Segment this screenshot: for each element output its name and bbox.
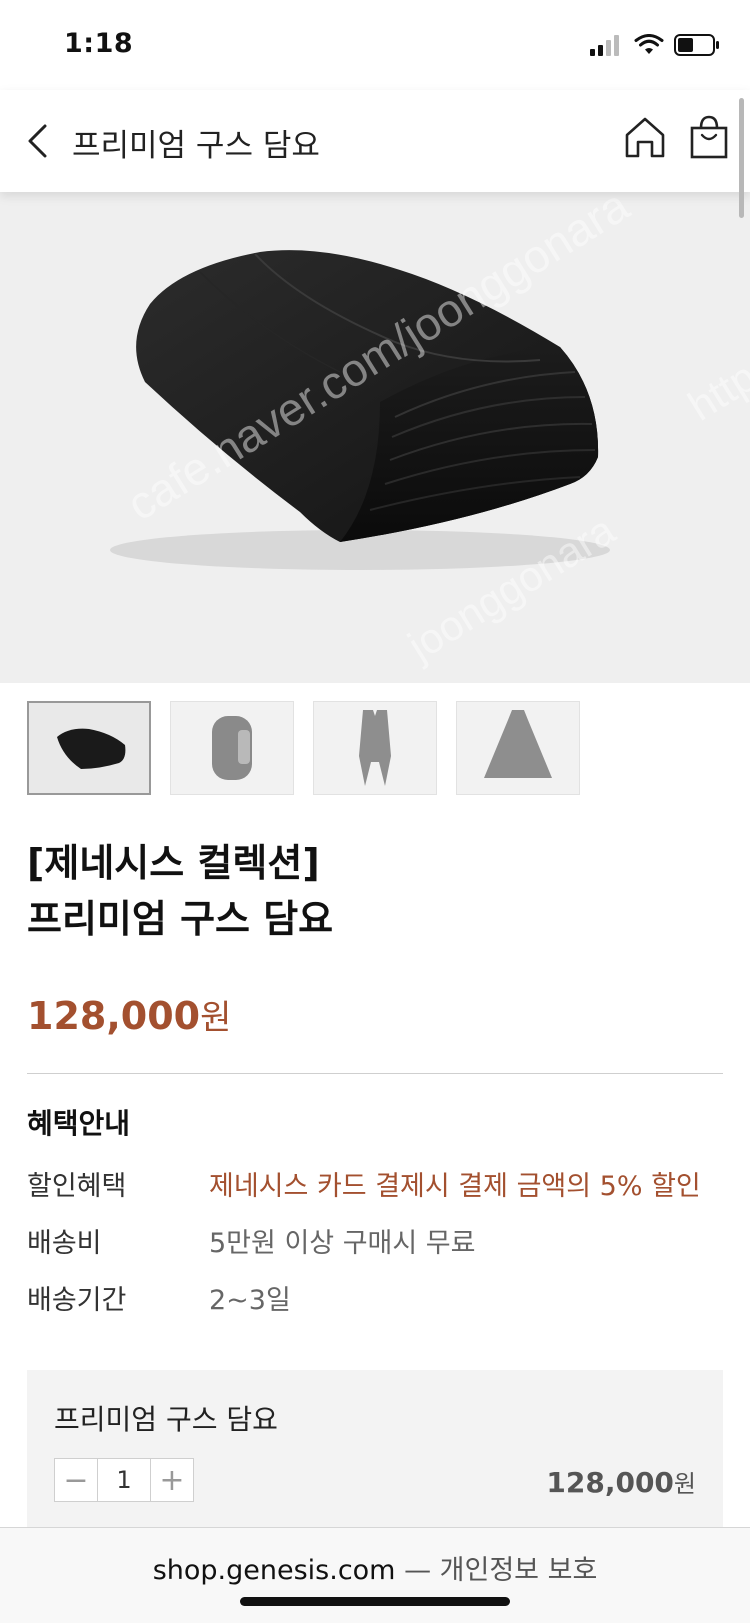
browser-privacy-label: — 개인정보 보호	[404, 1555, 598, 1586]
chevron-left-icon	[28, 124, 47, 158]
quantity-stepper: − 1 +	[54, 1458, 194, 1502]
product-title-line1: [제네시스 컬렉션]	[27, 841, 320, 885]
quantity-input[interactable]: 1	[97, 1459, 151, 1501]
back-button[interactable]	[12, 116, 62, 166]
cart-button[interactable]	[686, 114, 732, 160]
nav-bar: 프리미엄 구스 담요	[0, 90, 750, 192]
benefit-value: 5만원 이상 구매시 무료	[209, 1228, 476, 1259]
thumbnail-strip	[27, 701, 580, 795]
divider	[27, 1073, 723, 1074]
home-button[interactable]	[622, 114, 668, 160]
worn-blanket-thumbnail-image	[359, 710, 391, 786]
product-title: [제네시스 컬렉션] 프리미엄 구스 담요	[27, 835, 717, 947]
product-page: 1:18 프리미엄 구스 담요 cafe.naver.com/joonggona…	[0, 0, 750, 1623]
quantity-decrease-button[interactable]: −	[55, 1459, 97, 1501]
thumbnail-1[interactable]	[27, 701, 151, 795]
option-price: 128,000원	[546, 1464, 696, 1499]
product-price-value: 128,000	[27, 994, 201, 1038]
benefit-value: 2~3일	[209, 1285, 291, 1316]
thumbnail-3[interactable]	[313, 701, 437, 795]
thumbnail-2[interactable]	[170, 701, 294, 795]
wifi-icon	[634, 34, 664, 54]
benefit-label: 배송비	[27, 1228, 102, 1259]
benefits-heading: 혜택안내	[27, 1107, 131, 1140]
blanket-thumbnail-image	[57, 728, 126, 769]
cape-blanket-thumbnail-image	[484, 710, 552, 778]
rolled-blanket-thumbnail-image	[212, 716, 252, 780]
home-icon	[625, 117, 665, 158]
shopping-bag-icon	[690, 115, 728, 159]
cellular-signal-icon	[590, 35, 619, 56]
browser-url[interactable]: shop.genesis.com — 개인정보 보호	[0, 1548, 750, 1587]
benefit-label: 할인혜택	[27, 1171, 127, 1202]
product-price: 128,000원	[27, 990, 231, 1039]
watermark-joonggonara: joonggonara	[398, 506, 623, 671]
browser-address-bar[interactable]: shop.genesis.com — 개인정보 보호	[0, 1527, 750, 1623]
thumbnail-4[interactable]	[456, 701, 580, 795]
home-indicator[interactable]	[240, 1597, 510, 1606]
watermark-http: http	[680, 353, 750, 430]
quantity-increase-button[interactable]: +	[151, 1459, 193, 1501]
page-title: 프리미엄 구스 담요	[72, 128, 320, 164]
option-price-unit: 원	[673, 1470, 696, 1498]
folded-blanket-image: cafe.naver.com/joonggonara joonggonara h…	[110, 192, 750, 671]
scrollbar[interactable]	[739, 98, 744, 218]
status-time: 1:18	[64, 28, 134, 59]
product-hero-image[interactable]: cafe.naver.com/joonggonara joonggonara h…	[0, 192, 750, 683]
benefit-label: 배송기간	[27, 1285, 127, 1316]
product-title-line2: 프리미엄 구스 담요	[27, 897, 334, 941]
battery-icon	[674, 34, 719, 56]
browser-domain: shop.genesis.com	[152, 1555, 396, 1586]
benefit-value: 제네시스 카드 결제시 결제 금액의 5% 할인	[209, 1171, 701, 1202]
option-price-value: 128,000	[546, 1466, 674, 1499]
status-icons	[590, 30, 720, 60]
product-price-unit: 원	[200, 998, 232, 1038]
status-bar: 1:18	[0, 0, 750, 90]
option-name: 프리미엄 구스 담요	[54, 1403, 278, 1436]
